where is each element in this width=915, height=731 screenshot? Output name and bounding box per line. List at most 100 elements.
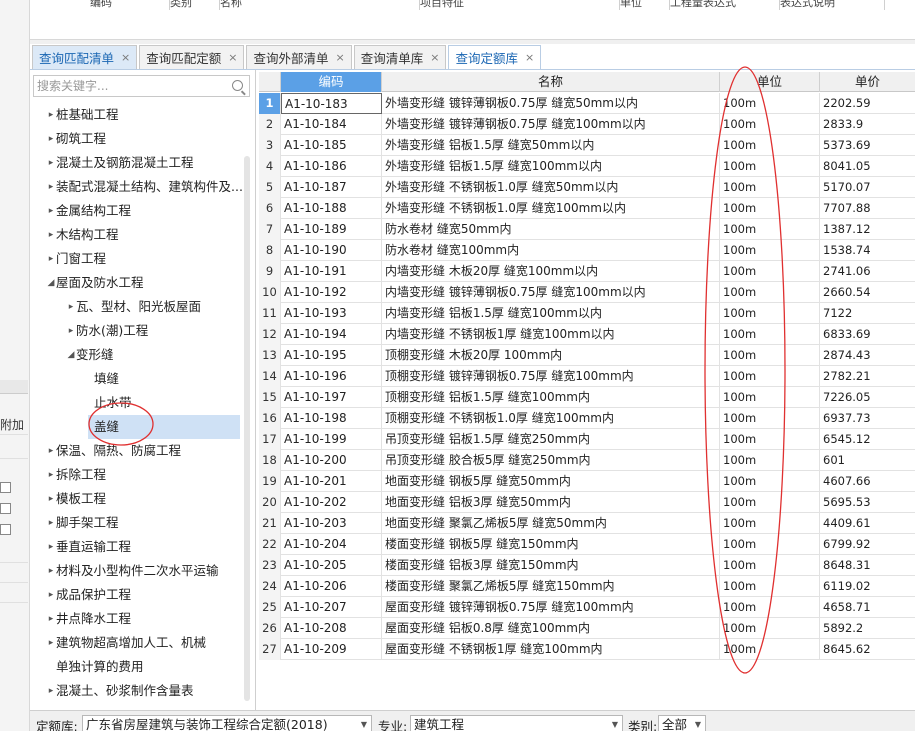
major-select[interactable]: 建筑工程 ▼ [410,715,623,731]
unit-cell[interactable]: 100m [720,576,820,597]
tree-search-input[interactable] [34,76,224,96]
unit-cell[interactable]: 100m [720,618,820,639]
tree-node[interactable]: ◢ 变形缝 [30,343,244,367]
code-cell[interactable]: A1-10-194 [281,324,382,345]
unit-cell[interactable]: 100m [720,261,820,282]
code-cell[interactable]: A1-10-198 [281,408,382,429]
collapsed-caret-icon[interactable]: ▸ [46,583,56,607]
tree-node[interactable]: ▸ 装配式混凝土结构、建筑构件及... [30,175,244,199]
tab-3[interactable]: 查询清单库 × [353,45,447,69]
tree-node[interactable]: ▸ 垂直运输工程 [30,535,244,559]
row-number[interactable]: 15 [259,387,281,408]
unit-cell[interactable]: 100m [720,513,820,534]
price-cell[interactable]: 4409.61 [820,513,915,534]
price-cell[interactable]: 2782.21 [820,366,915,387]
grid-header-unit[interactable]: 单位 [720,72,820,92]
tree-node[interactable]: ▸ 桩基础工程 [30,103,244,127]
table-row[interactable]: 23 A1-10-205 楼面变形缝 铝板3厚 缝宽150mm内 100m 8648.3… [259,555,915,576]
table-row[interactable]: 11 A1-10-193 内墙变形缝 铝板1.5厚 缝宽100mm以内 100m 712… [259,303,915,324]
code-cell[interactable]: A1-10-200 [281,450,382,471]
unit-cell[interactable]: 100m [720,492,820,513]
price-cell[interactable]: 6799.92 [820,534,915,555]
code-cell[interactable]: A1-10-191 [281,261,382,282]
code-cell[interactable]: A1-10-203 [281,513,382,534]
table-row[interactable]: 27 A1-10-209 屋面变形缝 不锈钢板1厚 缝宽100mm内 100m 8645… [259,639,915,660]
code-cell[interactable]: A1-10-207 [281,597,382,618]
price-cell[interactable]: 6937.73 [820,408,915,429]
name-cell[interactable]: 外墙变形缝 不锈钢板1.0厚 缝宽100mm以内 [382,198,720,219]
grid-header-price[interactable]: 单价 [820,72,915,92]
tree-node[interactable]: ▸ 成品保护工程 [30,583,244,607]
row-number[interactable]: 9 [259,261,281,282]
name-cell[interactable]: 外墙变形缝 不锈钢板1.0厚 缝宽50mm以内 [382,177,720,198]
name-cell[interactable]: 吊顶变形缝 胶合板5厚 缝宽250mm内 [382,450,720,471]
table-row[interactable]: 22 A1-10-204 楼面变形缝 钢板5厚 缝宽150mm内 100m 6799.9… [259,534,915,555]
table-row[interactable]: 4 A1-10-186 外墙变形缝 铝板1.5厚 缝宽100mm以内 100m 8041… [259,156,915,177]
expanded-caret-icon[interactable]: ◢ [66,343,76,367]
code-cell[interactable]: A1-10-199 [281,429,382,450]
table-row[interactable]: 26 A1-10-208 屋面变形缝 铝板0.8厚 缝宽100mm内 100m 5892… [259,618,915,639]
tree-scrollbar[interactable] [244,156,250,701]
unit-cell[interactable]: 100m [720,408,820,429]
price-cell[interactable]: 5695.53 [820,492,915,513]
unit-cell[interactable]: 100m [720,471,820,492]
row-number[interactable]: 10 [259,282,281,303]
table-row[interactable]: 20 A1-10-202 地面变形缝 铝板3厚 缝宽50mm内 100m 5695.53 [259,492,915,513]
price-cell[interactable]: 2874.43 [820,345,915,366]
collapsed-caret-icon[interactable]: ▸ [46,127,56,151]
expanded-caret-icon[interactable]: ◢ [46,271,56,295]
close-icon[interactable]: × [335,51,344,64]
name-cell[interactable]: 顶棚变形缝 不锈钢板1.0厚 缝宽100mm内 [382,408,720,429]
row-number[interactable]: 13 [259,345,281,366]
price-cell[interactable]: 4658.71 [820,597,915,618]
row-number[interactable]: 2 [259,114,281,135]
price-cell[interactable]: 2660.54 [820,282,915,303]
name-cell[interactable]: 屋面变形缝 铝板0.8厚 缝宽100mm内 [382,618,720,639]
table-row[interactable]: 15 A1-10-197 顶棚变形缝 铝板1.5厚 缝宽100mm内 100m 7226… [259,387,915,408]
side-checkbox[interactable] [0,503,11,514]
unit-cell[interactable]: 100m [720,639,820,660]
table-row[interactable]: 8 A1-10-190 防水卷材 缝宽100mm内 100m 1538.74 [259,240,915,261]
tree-node[interactable]: ◢ 屋面及防水工程 [30,271,244,295]
row-number[interactable]: 24 [259,576,281,597]
collapsed-caret-icon[interactable]: ▸ [46,559,56,583]
row-number[interactable]: 26 [259,618,281,639]
row-number[interactable]: 14 [259,366,281,387]
unit-cell[interactable]: 100m [720,324,820,345]
collapsed-caret-icon[interactable]: ▸ [46,439,56,463]
table-row[interactable]: 1 A1-10-183 外墙变形缝 镀锌薄钢板0.75厚 缝宽50mm以内 100m 2… [259,93,915,114]
price-cell[interactable]: 1538.74 [820,240,915,261]
row-number[interactable]: 12 [259,324,281,345]
row-number[interactable]: 11 [259,303,281,324]
name-cell[interactable]: 外墙变形缝 镀锌薄钢板0.75厚 缝宽50mm以内 [382,93,720,114]
price-cell[interactable]: 7122 [820,303,915,324]
close-icon[interactable]: × [228,51,237,64]
tab-4[interactable]: 查询定额库 × [448,45,542,69]
tree-node[interactable]: ▸ 砌筑工程 [30,127,244,151]
collapsed-caret-icon[interactable]: ▸ [46,463,56,487]
chevron-down-icon[interactable]: ▼ [361,716,367,731]
name-cell[interactable]: 地面变形缝 聚氯乙烯板5厚 缝宽50mm内 [382,513,720,534]
name-cell[interactable]: 屋面变形缝 镀锌薄钢板0.75厚 缝宽100mm内 [382,597,720,618]
unit-cell[interactable]: 100m [720,387,820,408]
row-number[interactable]: 7 [259,219,281,240]
code-cell[interactable]: A1-10-201 [281,471,382,492]
name-cell[interactable]: 楼面变形缝 聚氯乙烯板5厚 缝宽150mm内 [382,576,720,597]
unit-cell[interactable]: 100m [720,366,820,387]
unit-cell[interactable]: 100m [720,555,820,576]
code-cell[interactable]: A1-10-206 [281,576,382,597]
price-cell[interactable]: 7226.05 [820,387,915,408]
table-row[interactable]: 12 A1-10-194 内墙变形缝 不锈钢板1厚 缝宽100mm以内 100m 683… [259,324,915,345]
quota-library-select[interactable]: 广东省房屋建筑与装饰工程综合定额(2018) ▼ [82,715,372,731]
price-cell[interactable]: 6545.12 [820,429,915,450]
name-cell[interactable]: 内墙变形缝 铝板1.5厚 缝宽100mm以内 [382,303,720,324]
unit-cell[interactable]: 100m [720,429,820,450]
collapsed-caret-icon[interactable]: ▸ [46,631,56,655]
code-cell[interactable]: A1-10-208 [281,618,382,639]
tree-node[interactable]: ▸ 木结构工程 [30,223,244,247]
tree-node[interactable]: ▸ 混凝土、砂浆制作含量表 [30,679,244,703]
name-cell[interactable]: 顶棚变形缝 木板20厚 100mm内 [382,345,720,366]
price-cell[interactable]: 5170.07 [820,177,915,198]
price-cell[interactable]: 601 [820,450,915,471]
code-cell[interactable]: A1-10-183 [281,93,382,114]
